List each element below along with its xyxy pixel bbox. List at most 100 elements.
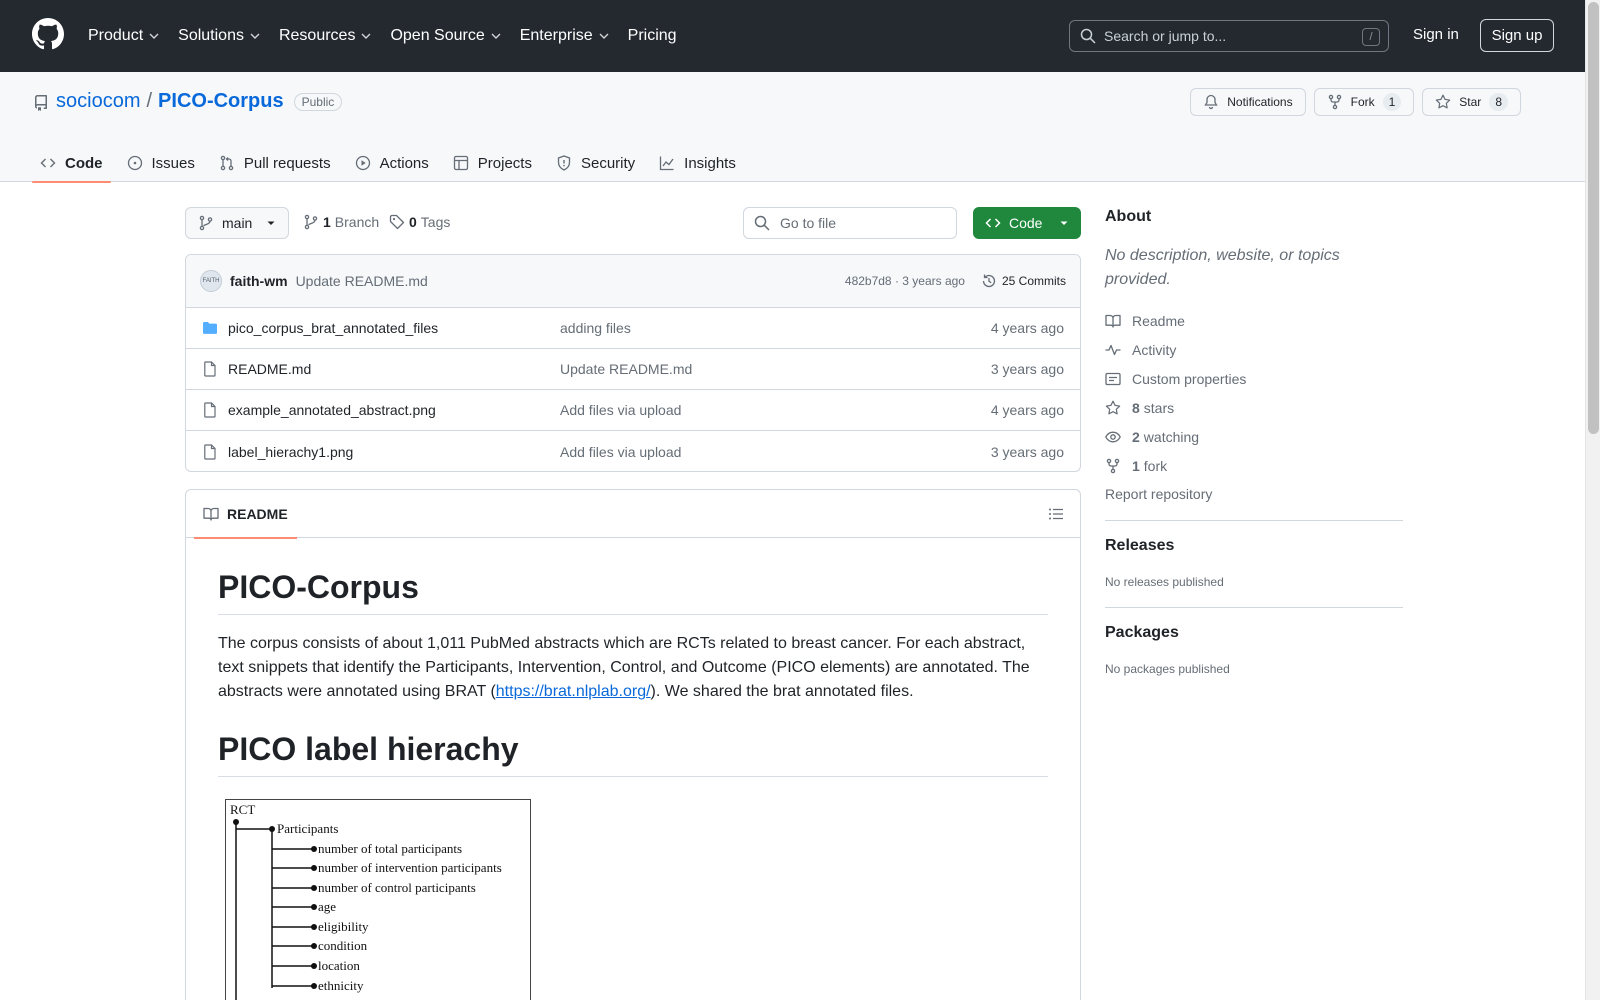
diagram-item-label: number of intervention participants: [318, 860, 502, 876]
sign-up-button[interactable]: Sign up: [1480, 19, 1554, 52]
tab-actions[interactable]: Actions: [347, 144, 437, 182]
nav-label: Open Source: [390, 27, 485, 44]
tab-label: Issues: [151, 154, 195, 172]
watching-link[interactable]: 2 watching: [1105, 422, 1403, 451]
brat-link[interactable]: https://brat.nlplab.org/: [496, 683, 651, 700]
global-search-input[interactable]: Search or jump to... /: [1069, 20, 1389, 52]
readme-title: PICO-Corpus: [218, 538, 1048, 616]
table-row[interactable]: README.md Update README.md 3 years ago: [186, 349, 1080, 390]
tags-link[interactable]: 0 Tags: [389, 214, 450, 230]
table-row[interactable]: label_hierachy1.png Add files via upload…: [186, 431, 1080, 471]
about-heading: About: [1105, 208, 1152, 225]
file-age: 4 years ago: [990, 320, 1064, 336]
note-icon: [1105, 372, 1121, 385]
repo-actions: Notifications Fork 1 Star 8: [1190, 88, 1521, 116]
readme-tab[interactable]: README: [194, 490, 297, 539]
readme-link[interactable]: Readme: [1105, 306, 1403, 335]
fork-button[interactable]: Fork 1: [1313, 88, 1415, 116]
commits-link[interactable]: 25 Commits: [981, 273, 1066, 289]
repo-icon: [34, 95, 47, 111]
label-hierarchy-image: RCT Participants number of total partici…: [225, 799, 531, 1000]
file-name-link[interactable]: label_hierachy1.png: [228, 444, 560, 460]
diagram-item-label: eligibility: [318, 919, 369, 935]
table-icon: [453, 155, 468, 171]
link-label: Readme: [1132, 312, 1185, 329]
diagram-group-label: Participants: [277, 821, 339, 837]
branches-link[interactable]: 1 Branch: [303, 214, 379, 230]
link-count: 8: [1132, 399, 1140, 416]
activity-link[interactable]: Activity: [1105, 335, 1403, 364]
branch-icon: [304, 214, 318, 230]
top-nav: Product Solutions Resources Open Source …: [88, 24, 695, 48]
table-row[interactable]: pico_corpus_brat_annotated_files adding …: [186, 308, 1080, 349]
tab-label: Code: [65, 154, 103, 172]
branch-select-button[interactable]: main: [185, 207, 289, 239]
commit-author-link[interactable]: faith-wm: [230, 273, 288, 289]
code-dropdown-button[interactable]: Code: [973, 207, 1081, 239]
star-button[interactable]: Star 8: [1422, 88, 1521, 116]
forks-link[interactable]: 1 fork: [1105, 451, 1403, 480]
tab-issues[interactable]: Issues: [119, 144, 203, 182]
notifications-button[interactable]: Notifications: [1190, 88, 1306, 116]
tab-pull-requests[interactable]: Pull requests: [211, 144, 339, 182]
breadcrumb-separator: /: [146, 90, 153, 112]
about-links: Readme Activity Custom properties 8 star…: [1105, 306, 1403, 480]
nav-label: Product: [88, 27, 144, 44]
page-scrollbar[interactable]: [1585, 0, 1600, 1000]
avatar[interactable]: FAITH: [200, 270, 222, 292]
file-name-link[interactable]: pico_corpus_brat_annotated_files: [228, 320, 560, 336]
go-to-file-input[interactable]: Go to file: [743, 207, 957, 239]
visibility-badge: Public: [293, 92, 343, 111]
file-commit-message[interactable]: Update README.md: [560, 361, 692, 377]
file-name-link[interactable]: example_annotated_abstract.png: [228, 402, 560, 418]
custom-properties-link[interactable]: Custom properties: [1105, 364, 1403, 393]
repo-owner-link[interactable]: sociocom: [56, 90, 140, 113]
commit-message-link[interactable]: Update README.md: [296, 273, 428, 289]
nav-resources[interactable]: Resources: [279, 24, 372, 48]
commit-sha-time[interactable]: 482b7d8 · 3 years ago: [845, 274, 965, 288]
scrollbar-thumb[interactable]: [1588, 2, 1599, 434]
diagram-item-label: location: [318, 958, 360, 974]
nav-product[interactable]: Product: [88, 24, 160, 48]
repo-name-link[interactable]: PICO-Corpus: [158, 90, 284, 113]
file-commit-message[interactable]: Add files via upload: [560, 444, 681, 460]
file-commit-message[interactable]: Add files via upload: [560, 402, 681, 418]
nav-pricing[interactable]: Pricing: [628, 24, 677, 48]
nav-label: Solutions: [178, 27, 244, 44]
divider: [1105, 520, 1403, 521]
tag-count: 0: [409, 214, 417, 230]
stars-link[interactable]: 8 stars: [1105, 393, 1403, 422]
link-count: 2: [1132, 428, 1140, 445]
github-logo-icon[interactable]: [32, 18, 64, 50]
file-icon: [204, 443, 216, 460]
nav-solutions[interactable]: Solutions: [178, 24, 261, 48]
file-name-link[interactable]: README.md: [228, 361, 560, 377]
nav-open-source[interactable]: Open Source: [390, 24, 501, 48]
file-commit-message[interactable]: adding files: [560, 320, 631, 336]
chevron-down-icon: [149, 33, 159, 39]
nav-label: Resources: [278, 27, 356, 44]
diagram-root-label: RCT: [230, 802, 256, 818]
tab-label: Security: [580, 154, 636, 172]
readme-header: README: [186, 490, 1080, 539]
tab-label: Insights: [684, 154, 736, 172]
nav-enterprise[interactable]: Enterprise: [520, 24, 610, 48]
tab-projects[interactable]: Projects: [445, 144, 540, 182]
tab-code[interactable]: Code: [32, 144, 111, 183]
packages-heading[interactable]: Packages: [1105, 624, 1403, 642]
chevron-down-icon: [250, 33, 260, 39]
file-icon: [204, 402, 216, 418]
releases-heading[interactable]: Releases: [1105, 537, 1403, 555]
eye-icon: [1105, 431, 1121, 442]
table-row[interactable]: example_annotated_abstract.png Add files…: [186, 390, 1080, 431]
chevron-down-icon: [491, 33, 501, 39]
issue-icon: [127, 155, 142, 171]
repo-tabs: Code Issues Pull requests Actions Projec…: [32, 144, 752, 183]
link-label: Activity: [1132, 341, 1177, 358]
diagram-item-label: number of control participants: [318, 880, 476, 896]
list-icon[interactable]: [1048, 506, 1064, 522]
sign-in-link[interactable]: Sign in: [1413, 26, 1459, 43]
tab-insights[interactable]: Insights: [651, 144, 744, 182]
report-repository-link[interactable]: Report repository: [1105, 486, 1403, 502]
tab-security[interactable]: Security: [548, 144, 643, 182]
